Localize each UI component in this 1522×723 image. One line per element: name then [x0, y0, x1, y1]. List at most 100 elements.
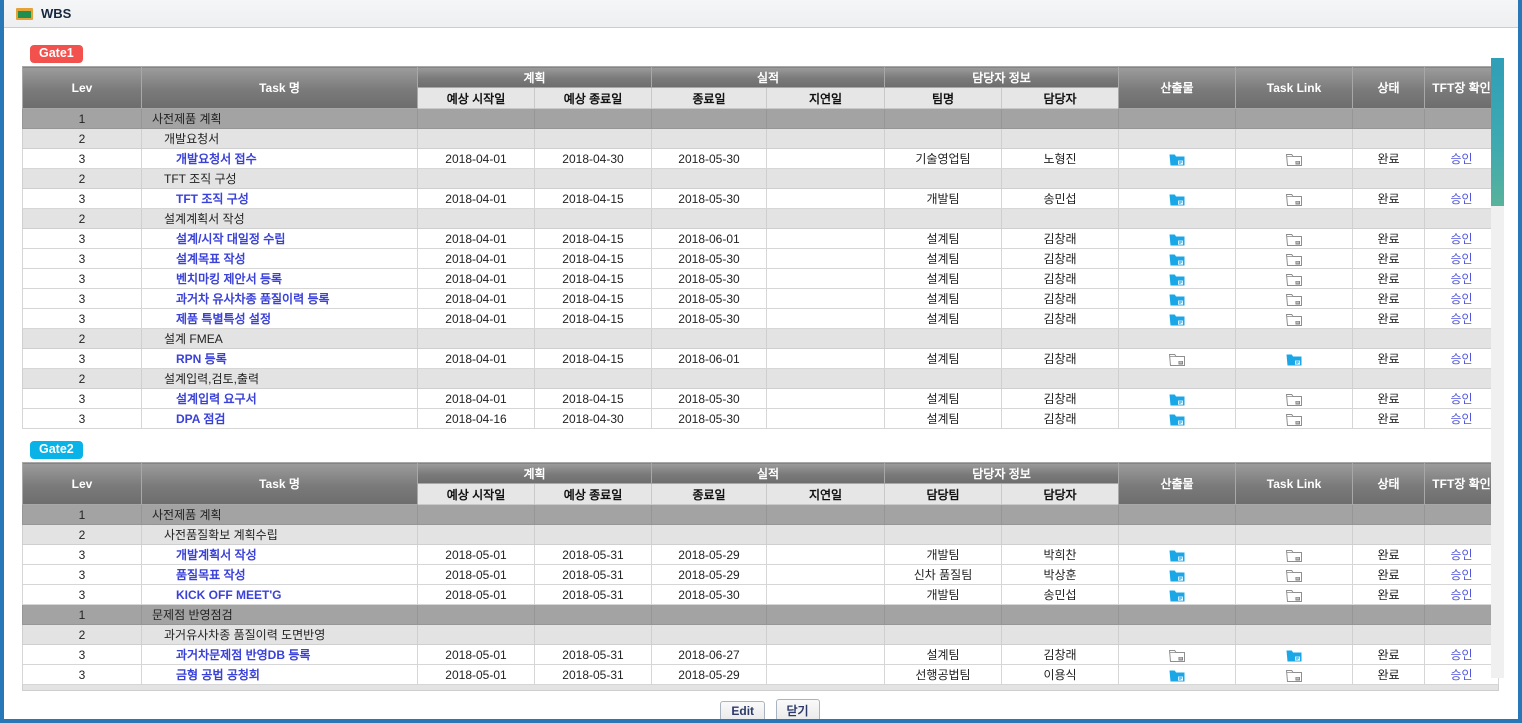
plan-start-cell: 2018-04-01 [418, 149, 535, 169]
task-name-cell: 사전제품 계획 [142, 109, 418, 129]
task-name-cell: 금형 공법 공청회 [142, 665, 418, 685]
tasklink-folder-outline-icon[interactable] [1286, 193, 1302, 206]
approve-link[interactable]: 승인 [1450, 152, 1472, 166]
confirm-cell [1425, 525, 1499, 545]
approve-link[interactable]: 승인 [1450, 568, 1472, 582]
deliverable-folder-blue-icon[interactable] [1169, 413, 1185, 426]
tasklink-folder-outline-icon[interactable] [1286, 313, 1302, 326]
task-name-link[interactable]: 설계입력 요구서 [176, 392, 257, 406]
status-cell [1353, 129, 1425, 149]
deliverable-cell [1119, 329, 1236, 349]
table-row-group: 2TFT 조직 구성 [23, 169, 1499, 189]
confirm-cell [1425, 209, 1499, 229]
task-name-cell: 개발계획서 작성 [142, 545, 418, 565]
edit-button[interactable]: Edit [720, 701, 765, 722]
tasklink-folder-outline-icon[interactable] [1286, 233, 1302, 246]
tasklink-folder-outline-icon[interactable] [1286, 153, 1302, 166]
plan-end-cell: 2018-05-31 [535, 585, 652, 605]
approve-link[interactable]: 승인 [1450, 668, 1472, 682]
tasklink-folder-blue-icon[interactable] [1286, 353, 1302, 366]
deliverable-folder-blue-icon[interactable] [1169, 273, 1185, 286]
deliverable-folder-blue-icon[interactable] [1169, 153, 1185, 166]
deliverable-folder-outline-icon[interactable] [1169, 649, 1185, 662]
tasklink-folder-outline-icon[interactable] [1286, 413, 1302, 426]
approve-link[interactable]: 승인 [1450, 192, 1472, 206]
deliverable-folder-blue-icon[interactable] [1169, 549, 1185, 562]
tasklink-folder-outline-icon[interactable] [1286, 253, 1302, 266]
task-name-link[interactable]: 설계목표 작성 [176, 252, 246, 266]
owner-cell [1002, 209, 1119, 229]
task-name-cell: 과거유사차종 품질이력 도면반영 [142, 625, 418, 645]
actual-end-cell: 2018-05-29 [652, 565, 767, 585]
tasklink-folder-outline-icon[interactable] [1286, 273, 1302, 286]
tasklink-folder-outline-icon[interactable] [1286, 669, 1302, 682]
tasklink-folder-blue-icon[interactable] [1286, 649, 1302, 662]
task-name-link[interactable]: 과거차 유사차종 품질이력 등록 [176, 292, 330, 306]
tasklink-folder-outline-icon[interactable] [1286, 293, 1302, 306]
tasklink-folder-outline-icon[interactable] [1286, 393, 1302, 406]
approve-link[interactable]: 승인 [1450, 412, 1472, 426]
tasklink-folder-outline-icon[interactable] [1286, 549, 1302, 562]
task-name-link[interactable]: KICK OFF MEET'G [176, 588, 282, 602]
deliverable-folder-outline-icon[interactable] [1169, 353, 1185, 366]
table-row-group: 1사전제품 계획 [23, 505, 1499, 525]
approve-link[interactable]: 승인 [1450, 352, 1472, 366]
deliverable-folder-blue-icon[interactable] [1169, 253, 1185, 266]
team-cell: 설계팀 [885, 229, 1002, 249]
approve-link[interactable]: 승인 [1450, 252, 1472, 266]
task-name-link[interactable]: RPN 등록 [176, 352, 227, 366]
deliverable-folder-blue-icon[interactable] [1169, 313, 1185, 326]
approve-link[interactable]: 승인 [1450, 648, 1472, 662]
lev-cell: 3 [23, 249, 142, 269]
deliverable-cell [1119, 545, 1236, 565]
deliverable-folder-blue-icon[interactable] [1169, 393, 1185, 406]
owner-cell [1002, 505, 1119, 525]
lev-cell: 1 [23, 109, 142, 129]
col-header-task-link: Task Link [1236, 463, 1353, 505]
owner-cell: 김창래 [1002, 409, 1119, 429]
team-cell [885, 605, 1002, 625]
scrollbar-track[interactable] [1491, 58, 1504, 678]
approve-link[interactable]: 승인 [1450, 392, 1472, 406]
col-header-status: 상태 [1353, 67, 1425, 109]
task-name-link[interactable]: 벤치마킹 제안서 등록 [176, 272, 282, 286]
actual-end-cell: 2018-05-30 [652, 289, 767, 309]
task-name-cell: 사전제품 계획 [142, 505, 418, 525]
deliverable-cell [1119, 129, 1236, 149]
approve-link[interactable]: 승인 [1450, 272, 1472, 286]
task-name-link[interactable]: 개발계획서 작성 [176, 548, 257, 562]
deliverable-folder-blue-icon[interactable] [1169, 293, 1185, 306]
task-name-link[interactable]: 제품 특별특성 설정 [176, 312, 271, 326]
delay-cell [767, 565, 885, 585]
plan-end-cell: 2018-04-30 [535, 149, 652, 169]
approve-link[interactable]: 승인 [1450, 232, 1472, 246]
owner-cell: 김창래 [1002, 349, 1119, 369]
delay-cell [767, 625, 885, 645]
tasklink-folder-outline-icon[interactable] [1286, 589, 1302, 602]
task-name-link[interactable]: 과거차문제점 반영DB 등록 [176, 648, 310, 662]
approve-link[interactable]: 승인 [1450, 548, 1472, 562]
approve-link[interactable]: 승인 [1450, 588, 1472, 602]
task-name-link[interactable]: DPA 점검 [176, 412, 225, 426]
task-link-cell [1236, 129, 1353, 149]
close-button[interactable]: 닫기 [776, 699, 820, 723]
lev-cell: 2 [23, 329, 142, 349]
table-row-task: 3설계입력 요구서2018-04-012018-04-152018-05-30설… [23, 389, 1499, 409]
approve-link[interactable]: 승인 [1450, 312, 1472, 326]
gate1-badge: Gate1 [30, 45, 83, 63]
task-name-link[interactable]: 품질목표 작성 [176, 568, 246, 582]
task-name-link[interactable]: 개발요청서 접수 [176, 152, 257, 166]
deliverable-folder-blue-icon[interactable] [1169, 193, 1185, 206]
approve-link[interactable]: 승인 [1450, 292, 1472, 306]
task-name-link[interactable]: 금형 공법 공청회 [176, 668, 260, 682]
deliverable-folder-blue-icon[interactable] [1169, 669, 1185, 682]
group-name-label: 개발요청서 [164, 132, 219, 146]
status-cell: 완료 [1353, 645, 1425, 665]
task-name-link[interactable]: TFT 조직 구성 [176, 192, 249, 206]
deliverable-folder-blue-icon[interactable] [1169, 233, 1185, 246]
scrollbar-thumb[interactable] [1491, 58, 1504, 206]
deliverable-folder-blue-icon[interactable] [1169, 589, 1185, 602]
tasklink-folder-outline-icon[interactable] [1286, 569, 1302, 582]
task-name-link[interactable]: 설계/시작 대일정 수립 [176, 232, 285, 246]
deliverable-folder-blue-icon[interactable] [1169, 569, 1185, 582]
